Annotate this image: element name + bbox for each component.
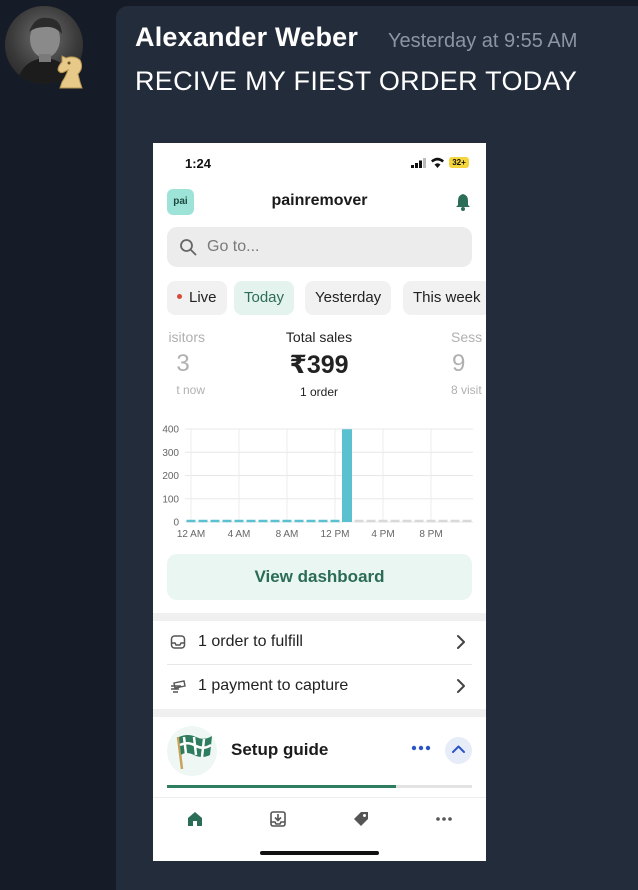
collapse-button[interactable] <box>445 737 472 764</box>
chart-y-tick-label: 100 <box>162 494 179 505</box>
chart-y-tick-label: 200 <box>162 471 179 482</box>
more-options-icon[interactable] <box>410 742 432 754</box>
bell-icon[interactable] <box>455 193 471 211</box>
metric-label: Sess <box>451 329 483 345</box>
chart-x-tick-label: 4 AM <box>228 529 251 540</box>
status-bar: 1:24 32+ <box>153 143 486 183</box>
chart-x-tick-label: 4 PM <box>371 529 394 540</box>
chevron-up-icon <box>452 745 465 753</box>
filter-this-week[interactable]: This week <box>403 281 486 315</box>
section-divider <box>153 709 486 717</box>
attached-screenshot[interactable]: 1:24 32+ pai painremover Go to... Live T… <box>153 143 486 861</box>
metric-total-sales: Total sales ₹399 1 order <box>259 329 379 399</box>
live-dot-icon <box>177 293 182 299</box>
metrics-carousel[interactable]: isitors 3 t now Total sales ₹399 1 order… <box>153 329 486 409</box>
app-header: pai painremover <box>153 187 486 223</box>
sales-chart: 0 100 200 300 400 12 AM 4 AM 8 AM 12 PM 4 PM 8 PM <box>162 425 473 540</box>
metric-label: Total sales <box>285 329 353 345</box>
date-filter-tabs: Live Today Yesterday This week <box>167 281 486 317</box>
metric-sessions: Sess 9 8 visit <box>451 329 486 397</box>
metric-value: ₹399 <box>289 351 349 379</box>
section-divider <box>153 613 486 621</box>
task-label: 1 payment to capture <box>198 677 349 694</box>
setup-guide[interactable]: Setup guide <box>153 720 486 790</box>
orders-icon[interactable] <box>269 810 287 828</box>
store-name: painremover <box>271 192 368 209</box>
chart-x-tick-label: 12 AM <box>177 529 205 540</box>
flag-icon <box>176 735 212 770</box>
chart-y-tick-label: 400 <box>162 425 179 436</box>
search-placeholder: Go to... <box>207 238 260 255</box>
setup-guide-title: Setup guide <box>231 740 329 759</box>
metric-sub: 1 order <box>299 385 339 399</box>
chart-x-tick-label: 12 PM <box>321 529 350 540</box>
filter-label: This week <box>413 289 481 306</box>
message-text: RECIVE MY FIEST ORDER TODAY <box>135 66 578 96</box>
filter-label: Yesterday <box>315 289 382 306</box>
chart-x-tick-label: 8 AM <box>276 529 299 540</box>
metric-sub: 8 visit <box>451 383 482 397</box>
more-icon[interactable] <box>435 810 453 828</box>
metric-value: 9 <box>452 350 466 377</box>
flag-badge <box>167 726 217 776</box>
signal-icon <box>411 158 426 168</box>
card-icon <box>171 680 186 693</box>
knight-badge-icon <box>57 55 83 89</box>
status-time: 1:24 <box>185 156 212 171</box>
filter-label: Today <box>244 289 285 306</box>
chart-x-tick-label: 8 PM <box>419 529 442 540</box>
inbox-icon <box>170 635 186 649</box>
task-payment-capture[interactable]: 1 payment to capture <box>153 665 486 707</box>
chevron-right-icon <box>457 679 465 693</box>
filter-label: Live <box>189 289 217 306</box>
metric-label: isitors <box>168 329 205 345</box>
search-icon <box>180 239 197 256</box>
setup-progress-fill <box>167 785 396 788</box>
home-indicator <box>260 851 379 855</box>
view-dashboard-button[interactable]: View dashboard <box>167 554 472 600</box>
message-timestamp: Yesterday at 9:55 AM <box>388 30 578 52</box>
chevron-right-icon <box>457 635 465 649</box>
filter-live[interactable]: Live <box>167 281 227 315</box>
battery-badge: 32+ <box>449 157 469 168</box>
filter-yesterday[interactable]: Yesterday <box>305 281 392 315</box>
filter-today[interactable]: Today <box>234 281 295 315</box>
metric-visitors: isitors 3 t now <box>153 329 205 397</box>
message-author[interactable]: Alexander Weber <box>135 22 358 53</box>
task-label: 1 order to fulfill <box>198 633 303 650</box>
home-icon[interactable] <box>186 810 204 828</box>
tag-icon[interactable] <box>352 810 370 828</box>
metric-sub: t now <box>176 383 205 397</box>
task-order-fulfill[interactable]: 1 order to fulfill <box>153 621 486 663</box>
chart-y-tick-label: 0 <box>173 518 179 529</box>
metric-value: 3 <box>176 350 190 377</box>
wifi-icon <box>431 157 444 168</box>
search-input[interactable]: Go to... <box>167 227 472 267</box>
chart-y-tick-label: 300 <box>162 448 179 459</box>
chart-bar <box>342 429 352 522</box>
setup-progress-bar <box>167 785 472 788</box>
